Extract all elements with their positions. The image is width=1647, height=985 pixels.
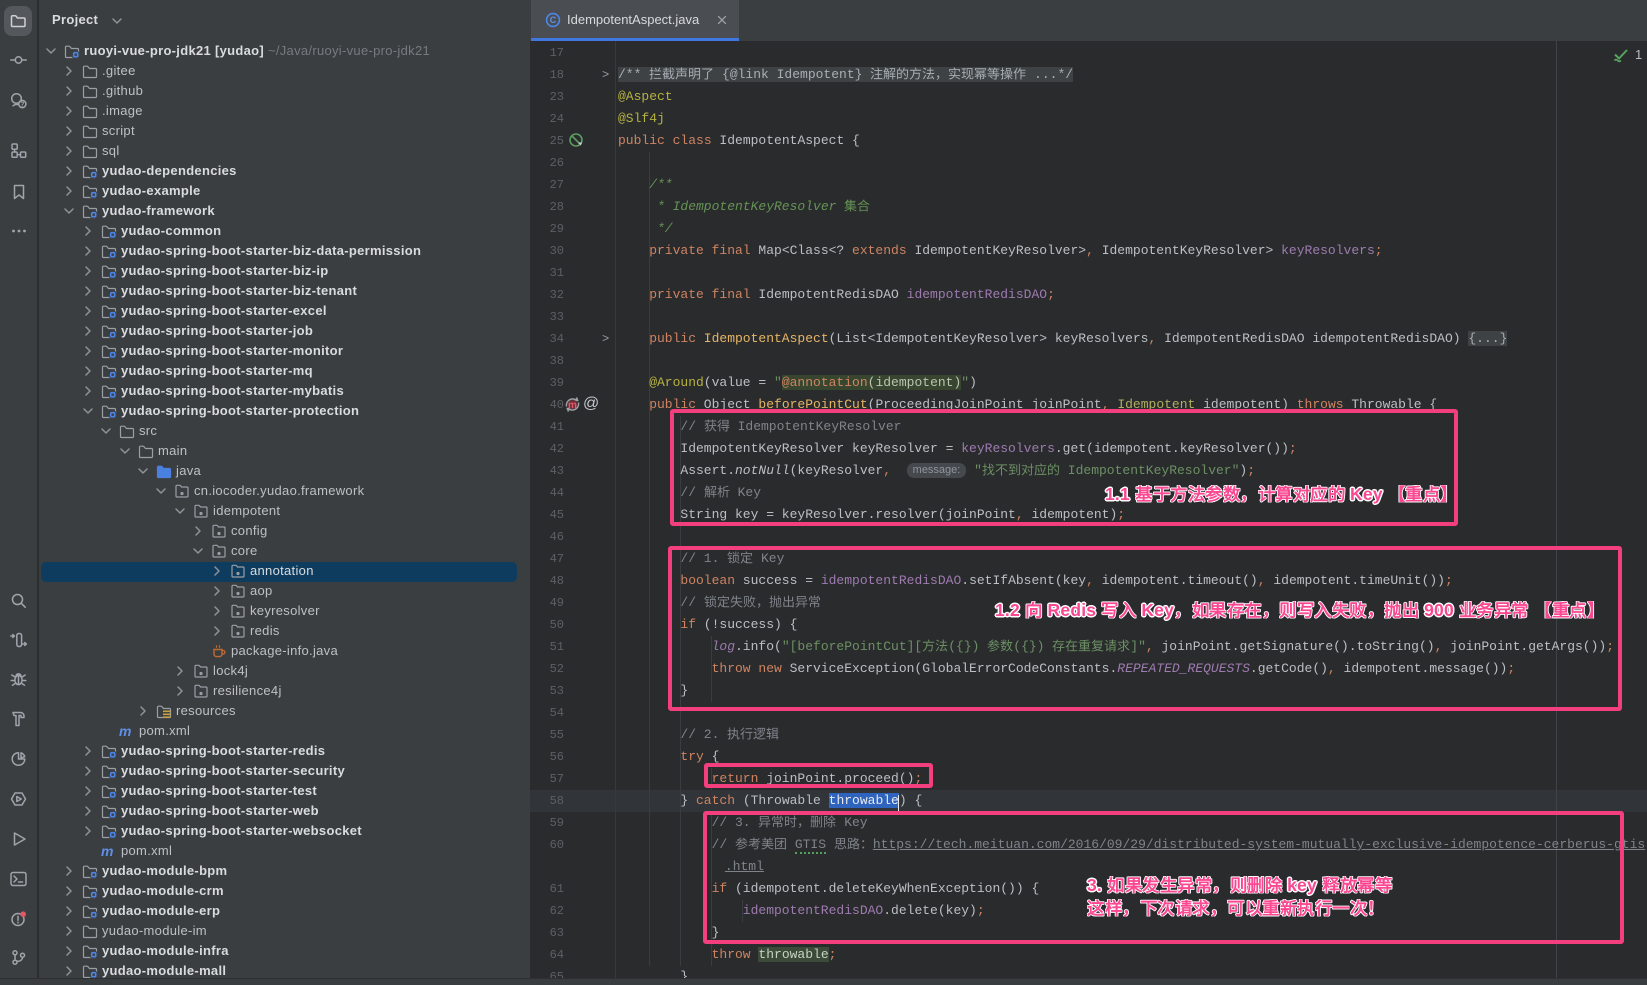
svg-text:m: m: [568, 400, 577, 411]
svg-text:?: ?: [20, 102, 24, 109]
svg-text:C: C: [550, 15, 557, 25]
